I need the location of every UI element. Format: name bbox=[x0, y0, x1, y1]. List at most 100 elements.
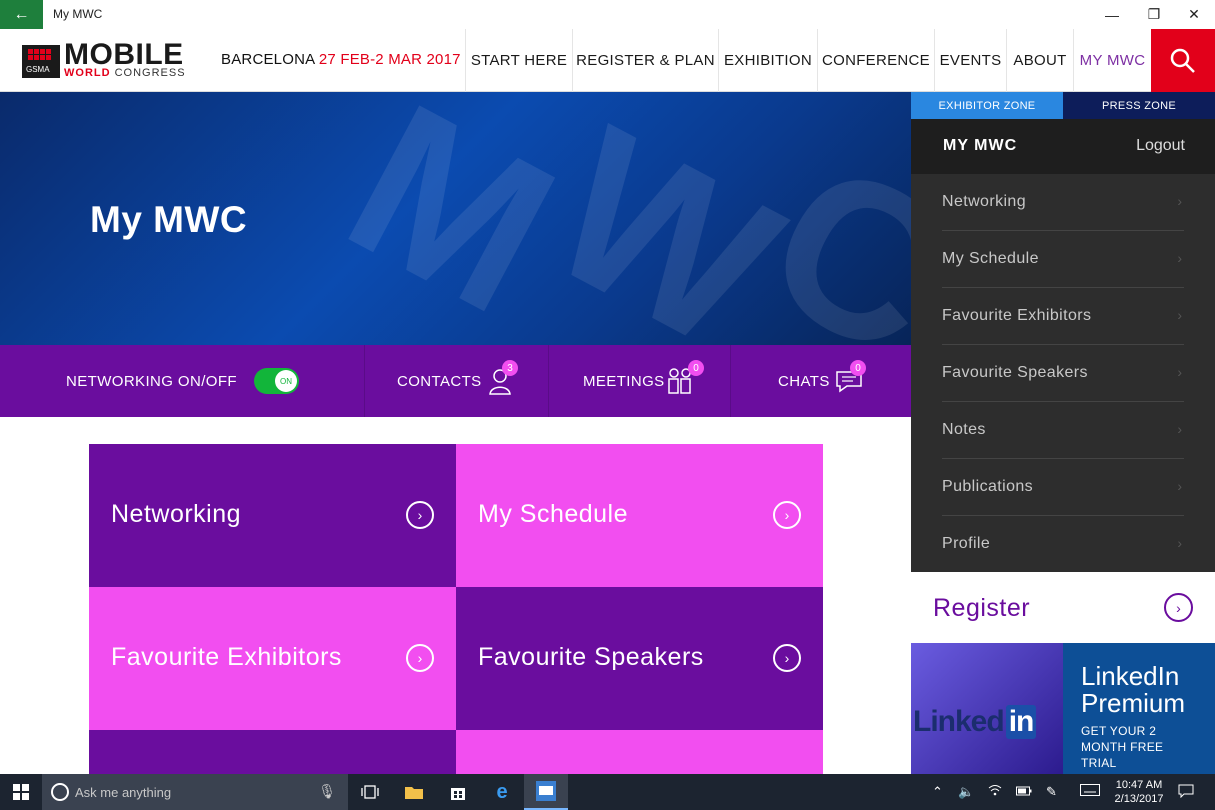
volume-icon[interactable]: 🔈 bbox=[958, 784, 974, 800]
press-zone-link[interactable]: PRESS ZONE bbox=[1063, 92, 1215, 119]
pen-ink-workspace-icon[interactable]: ✎ bbox=[1046, 784, 1057, 800]
register-label: Register bbox=[933, 594, 1031, 622]
nav-exhibition[interactable]: EXHIBITION bbox=[718, 29, 817, 92]
chevron-right-circle-icon: › bbox=[1164, 593, 1193, 622]
tile-partial[interactable] bbox=[89, 730, 456, 774]
chevron-right-circle-icon: › bbox=[773, 644, 801, 672]
sidebar-item-label: My Schedule bbox=[942, 250, 1039, 267]
divider bbox=[364, 345, 365, 417]
sidebar-item-publications[interactable]: Publications › bbox=[942, 459, 1184, 516]
nav-my-mwc[interactable]: MY MWC bbox=[1073, 29, 1151, 92]
window-title-bar: ← My MWC — ❐ ✕ bbox=[0, 0, 1215, 29]
tile-favourite-speakers[interactable]: Favourite Speakers › bbox=[456, 587, 823, 730]
cortana-placeholder: Ask me anything bbox=[75, 785, 172, 800]
toggle-knob: ON bbox=[275, 370, 297, 392]
tile-my-schedule[interactable]: My Schedule › bbox=[456, 444, 823, 587]
mwc-app-taskbar-icon[interactable] bbox=[524, 774, 568, 810]
chevron-right-icon: › bbox=[1177, 421, 1182, 437]
event-city: BARCELONA bbox=[221, 51, 315, 68]
side-menu-title: MY MWC bbox=[943, 137, 1018, 154]
linkedin-premium-ad[interactable]: Linked in LinkedIn Premium GET YOUR 2 MON… bbox=[911, 643, 1215, 774]
show-hidden-icons-chevron-up-icon[interactable]: ⌃ bbox=[932, 784, 943, 800]
chevron-right-icon: › bbox=[1177, 364, 1182, 380]
divider bbox=[548, 345, 549, 417]
linkedin-logo-text: Linked bbox=[913, 705, 1005, 738]
chevron-right-icon: › bbox=[1177, 250, 1182, 266]
networking-toggle[interactable]: ON bbox=[254, 368, 299, 394]
window-title: My MWC bbox=[53, 7, 103, 21]
wifi-icon[interactable] bbox=[988, 784, 1002, 799]
minimize-button[interactable]: — bbox=[1089, 0, 1135, 29]
task-view-icon[interactable] bbox=[348, 774, 392, 810]
contacts-count-badge: 3 bbox=[502, 360, 518, 376]
clock-date: 2/13/2017 bbox=[1114, 793, 1164, 805]
logo-subtitle: WORLD CONGRESS bbox=[64, 67, 186, 79]
touch-keyboard-icon[interactable] bbox=[1080, 784, 1100, 799]
sidebar-item-notes[interactable]: Notes › bbox=[942, 402, 1184, 459]
file-explorer-icon[interactable] bbox=[392, 774, 436, 810]
clock-time: 10:47 AM bbox=[1115, 779, 1163, 791]
exhibitor-zone-link[interactable]: EXHIBITOR ZONE bbox=[911, 92, 1063, 119]
chevron-right-circle-icon: › bbox=[406, 501, 434, 529]
tile-label: Favourite Speakers bbox=[478, 643, 704, 671]
sidebar-item-favourite-speakers[interactable]: Favourite Speakers › bbox=[942, 345, 1184, 402]
sidebar-item-label: Notes bbox=[942, 421, 986, 438]
linkedin-in-icon: in bbox=[1005, 705, 1037, 739]
nav-register-plan[interactable]: REGISTER & PLAN bbox=[572, 29, 718, 92]
gsma-logo-icon: GSMA bbox=[22, 45, 60, 78]
meetings-count-badge: 0 bbox=[688, 360, 704, 376]
contacts-button[interactable]: CONTACTS 3 bbox=[397, 345, 537, 417]
gsma-logo-text: GSMA bbox=[26, 65, 50, 74]
edge-browser-icon[interactable]: e bbox=[480, 774, 524, 810]
cortana-search-box[interactable]: Ask me anything 🎙 bbox=[42, 774, 348, 810]
sidebar-item-profile[interactable]: Profile › bbox=[942, 516, 1184, 573]
sidebar-item-my-schedule[interactable]: My Schedule › bbox=[942, 231, 1184, 288]
action-center-icon[interactable] bbox=[1178, 784, 1194, 801]
store-icon[interactable] bbox=[436, 774, 480, 810]
search-button[interactable] bbox=[1151, 29, 1215, 92]
register-button[interactable]: Register › bbox=[911, 572, 1215, 643]
tile-label: My Schedule bbox=[478, 500, 629, 528]
windows-logo-icon bbox=[13, 784, 29, 800]
chevron-right-circle-icon: › bbox=[406, 644, 434, 672]
mwc-logo[interactable]: GSMA MOBILE WORLD CONGRESS bbox=[22, 38, 207, 82]
close-button[interactable]: ✕ bbox=[1171, 0, 1215, 29]
start-button[interactable] bbox=[0, 774, 42, 810]
sidebar-item-favourite-exhibitors[interactable]: Favourite Exhibitors › bbox=[942, 288, 1184, 345]
linkedin-ad-image: Linked in bbox=[911, 643, 1063, 774]
cortana-icon bbox=[51, 783, 69, 801]
logout-link[interactable]: Logout bbox=[1136, 137, 1185, 155]
zone-bar: EXHIBITOR ZONE PRESS ZONE bbox=[911, 92, 1215, 119]
linkedin-logo: Linked in bbox=[913, 705, 1037, 739]
meetings-button[interactable]: MEETINGS 0 bbox=[583, 345, 713, 417]
tile-favourite-exhibitors[interactable]: Favourite Exhibitors › bbox=[89, 587, 456, 730]
chats-label: CHATS bbox=[778, 373, 830, 390]
chats-button[interactable]: CHATS 0 bbox=[778, 345, 888, 417]
battery-icon[interactable] bbox=[1016, 784, 1032, 799]
logo-congress-text: CONGRESS bbox=[114, 67, 186, 79]
side-menu-header: MY MWC Logout bbox=[911, 119, 1215, 174]
networking-toggle-label: NETWORKING ON/OFF bbox=[66, 373, 237, 390]
microphone-icon[interactable]: 🎙 bbox=[318, 783, 336, 800]
hero-banner: M W C My MWC bbox=[0, 92, 912, 345]
ad-subtitle: GET YOUR 2 MONTH FREE TRIAL bbox=[1081, 724, 1164, 770]
meetings-label: MEETINGS bbox=[583, 373, 665, 390]
nav-conference[interactable]: CONFERENCE bbox=[817, 29, 934, 92]
nav-start-here[interactable]: START HERE bbox=[465, 29, 572, 92]
site-header: GSMA MOBILE WORLD CONGRESS BARCELONA 27 … bbox=[0, 29, 1215, 92]
windows-taskbar: Ask me anything 🎙 e ⌃ 🔈 ✎ 10:47 AM 2/13/… bbox=[0, 774, 1215, 810]
linkedin-ad-copy: LinkedIn Premium GET YOUR 2 MONTH FREE T… bbox=[1063, 643, 1215, 774]
back-arrow-icon: ← bbox=[13, 5, 30, 23]
divider bbox=[730, 345, 731, 417]
tile-networking[interactable]: Networking › bbox=[89, 444, 456, 587]
tile-partial[interactable] bbox=[456, 730, 823, 774]
page-title: My MWC bbox=[90, 199, 248, 240]
sidebar-item-networking[interactable]: Networking › bbox=[942, 174, 1184, 231]
system-clock[interactable]: 10:47 AM 2/13/2017 bbox=[1112, 778, 1166, 806]
chevron-right-circle-icon: › bbox=[773, 501, 801, 529]
networking-bar: NETWORKING ON/OFF ON CONTACTS 3 MEETINGS… bbox=[0, 345, 912, 417]
nav-events[interactable]: EVENTS bbox=[934, 29, 1006, 92]
nav-about[interactable]: ABOUT bbox=[1006, 29, 1073, 92]
back-button[interactable]: ← bbox=[0, 0, 43, 29]
chevron-right-icon: › bbox=[1177, 193, 1182, 209]
